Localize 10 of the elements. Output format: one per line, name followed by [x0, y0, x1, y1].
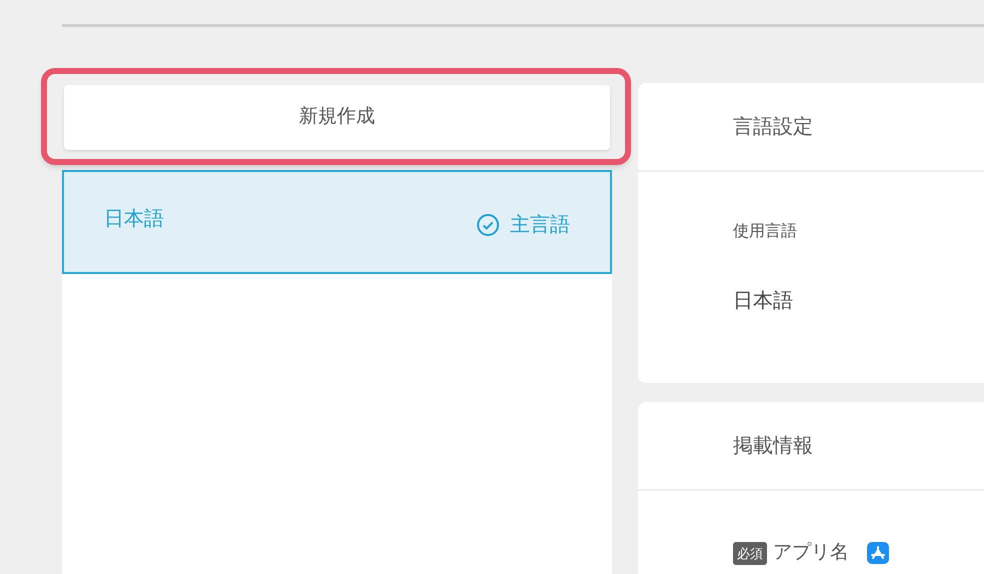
field-label: アプリ名	[773, 541, 849, 565]
required-badge: 必須	[733, 542, 767, 565]
new-button[interactable]: 新規作成	[64, 85, 610, 150]
panel-title: 掲載情報	[733, 434, 813, 458]
field-label: 使用言語	[733, 222, 797, 242]
panel-title: 言語設定	[733, 114, 813, 140]
field-value: 日本語	[733, 289, 793, 314]
language-name: 日本語	[104, 207, 164, 232]
primary-language-label: 主言語	[510, 213, 570, 238]
app-store-icon	[867, 542, 889, 564]
